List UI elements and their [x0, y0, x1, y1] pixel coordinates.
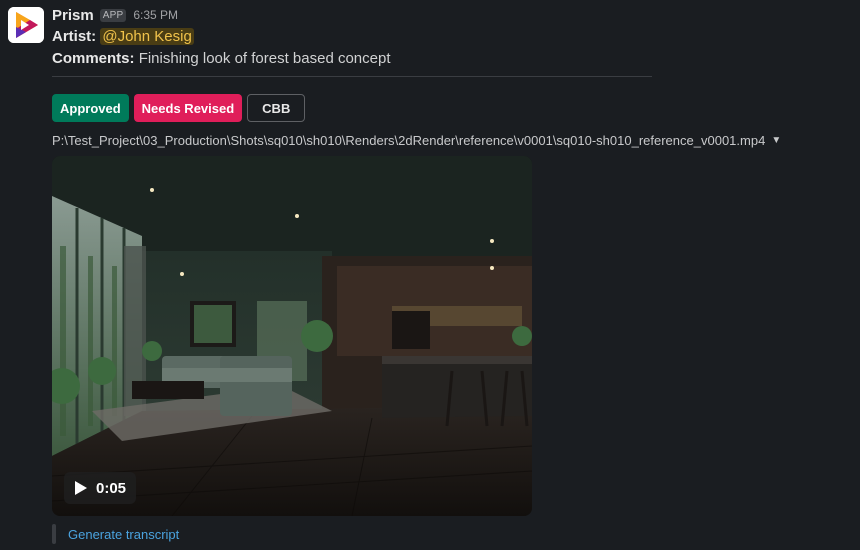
app-badge: APP: [99, 8, 127, 22]
app-name[interactable]: Prism: [52, 7, 94, 24]
comments-line: Comments: Finishing look of forest based…: [52, 50, 391, 67]
divider: [52, 76, 652, 77]
prism-logo-icon: [8, 7, 44, 43]
transcript-bar: [52, 524, 56, 544]
artist-label: Artist:: [52, 28, 97, 45]
play-button[interactable]: 0:05: [64, 472, 136, 504]
attachment-header[interactable]: P:\Test_Project\03_Production\Shots\sq01…: [52, 133, 781, 148]
cbb-button[interactable]: CBB: [247, 94, 306, 122]
comments-text: Finishing look of forest based concept: [138, 50, 391, 67]
generate-transcript-link[interactable]: Generate transcript: [68, 527, 179, 542]
message-header: Prism APP 6:35 PM: [52, 6, 178, 24]
review-actions: Approved Needs Revised CBB: [52, 94, 306, 122]
video-duration: 0:05: [96, 479, 127, 497]
artist-mention[interactable]: @John Kesig: [100, 28, 194, 45]
caret-down-icon[interactable]: ▼: [771, 135, 781, 146]
timestamp[interactable]: 6:35 PM: [133, 8, 178, 22]
comments-label: Comments:: [52, 50, 135, 67]
prism-app-avatar[interactable]: [8, 7, 44, 43]
attachment-path[interactable]: P:\Test_Project\03_Production\Shots\sq01…: [52, 133, 765, 148]
message: Prism APP 6:35 PM Artist: @John Kesig Co…: [0, 0, 860, 550]
play-icon: [74, 480, 88, 496]
approved-button[interactable]: Approved: [52, 94, 129, 122]
video-attachment[interactable]: 0:05: [52, 156, 532, 516]
needs-revised-button[interactable]: Needs Revised: [133, 94, 243, 122]
artist-line: Artist: @John Kesig: [52, 28, 194, 45]
video-thumbnail: [52, 156, 532, 516]
